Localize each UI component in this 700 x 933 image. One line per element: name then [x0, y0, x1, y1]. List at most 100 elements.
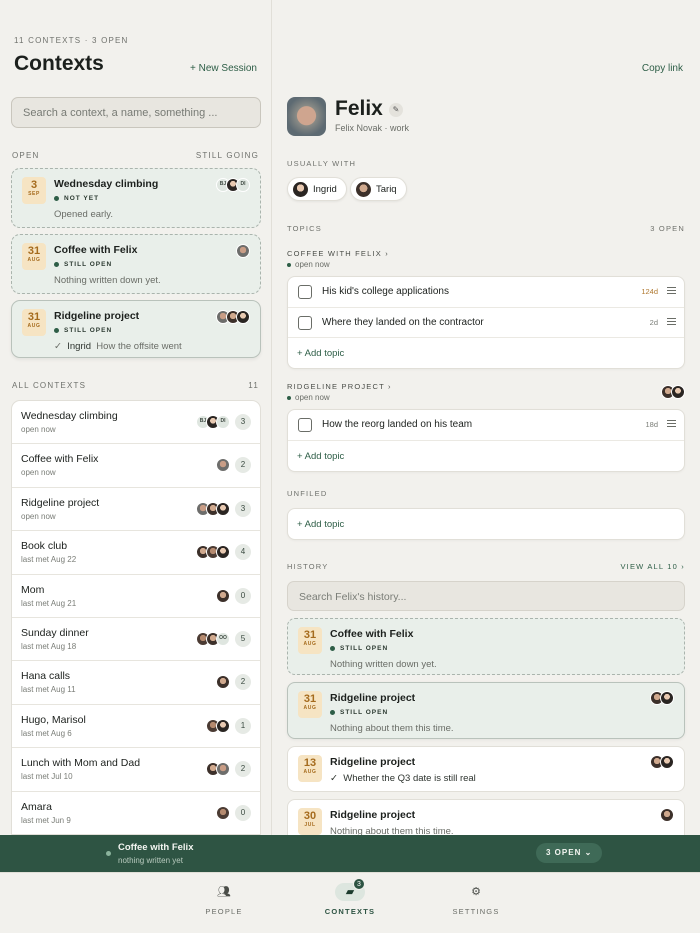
avatar-stack	[216, 310, 250, 324]
avatar: DI	[236, 178, 250, 192]
live-dot	[106, 851, 111, 856]
add-topic-button[interactable]: + Add topic	[288, 509, 684, 539]
copy-link-button[interactable]: Copy link	[642, 63, 683, 74]
history-card[interactable]: 31 AUG Coffee with Felix STILL OPEN Nothi…	[287, 618, 685, 675]
checkbox[interactable]	[298, 315, 312, 330]
avatar-stack	[650, 755, 674, 769]
context-title: Ridgeline project	[54, 310, 140, 322]
count-badge: 4	[235, 544, 251, 561]
list-item[interactable]: Sunday dinner last met Aug 18 OO 5	[12, 618, 260, 662]
person-name: Felix	[335, 97, 383, 120]
drag-handle-icon[interactable]	[667, 317, 676, 325]
active-session-bar[interactable]: Coffee with Felix nothing written yet 3 …	[0, 835, 700, 872]
list-item[interactable]: Hugo, Marisol last met Aug 61	[12, 705, 260, 749]
status-badge: STILL OPEN	[54, 327, 112, 334]
topic-card: How the reorg landed on his team 18d + Ad…	[287, 409, 685, 472]
check-icon: ✓	[330, 773, 338, 784]
history-card[interactable]: 31 AUG Ridgeline project STILL OPEN Nothi…	[287, 682, 685, 739]
topic-row[interactable]: How the reorg landed on his team 18d	[288, 410, 684, 441]
date-badge: 31 AUG	[22, 243, 46, 270]
status-badge: STILL OPEN	[330, 645, 388, 652]
view-all-link[interactable]: VIEW ALL 10 ›	[620, 562, 685, 571]
checkbox[interactable]	[298, 285, 312, 299]
count-badge: 2	[235, 457, 251, 474]
context-title: Coffee with Felix	[54, 244, 138, 256]
context-title: Wednesday climbing	[54, 178, 159, 190]
list-item[interactable]: Mom last met Aug 21 0	[12, 575, 260, 618]
list-item[interactable]: Book club last met Aug 22 4	[12, 531, 260, 575]
context-note: ✓ Ingrid How the offsite went	[54, 341, 182, 352]
list-item[interactable]: Lunch with Mom and Dad last met Jul 10 2	[12, 748, 260, 792]
all-contexts-count: 11	[248, 381, 259, 390]
open-count-dropdown[interactable]: 3 OPEN ⌄	[536, 843, 603, 863]
tab-contexts[interactable]: ▰ 3 CONTEXTS	[310, 878, 390, 916]
count-badge: 3	[235, 500, 251, 517]
check-icon: ✓	[54, 341, 62, 352]
avatar	[236, 310, 250, 324]
contexts-badge: 3	[353, 878, 365, 890]
drag-handle-icon[interactable]	[667, 420, 676, 427]
status-badge: STILL OPEN	[54, 261, 112, 268]
contexts-list: Wednesday climbing open now BJ DI 3 Coffee w…	[11, 400, 261, 835]
add-topic-button[interactable]: + Add topic	[288, 338, 684, 368]
add-topic-button[interactable]: + Add topic	[288, 441, 684, 471]
avatar	[287, 97, 326, 136]
all-contexts-label: ALL CONTEXTS	[12, 381, 87, 390]
date-badge: 31 AUG	[298, 627, 322, 654]
date-badge: 3 SEP	[22, 177, 46, 204]
open-context-card[interactable]: 3 SEP Wednesday climbing NOT YET Opened e…	[11, 168, 261, 228]
active-session-sub: nothing written yet	[118, 856, 183, 865]
context-note: Opened early.	[54, 209, 113, 220]
gear-icon: ⚙	[471, 886, 481, 898]
avatar-stack	[660, 808, 674, 822]
list-item[interactable]: Amara last met Jun 90	[12, 792, 260, 834]
history-search-input[interactable]: Search Felix's history...	[287, 581, 685, 611]
history-card[interactable]: 30 JUL Ridgeline project Nothing about th…	[287, 799, 685, 835]
open-context-card-selected[interactable]: 31 AUG Ridgeline project STILL OPEN ✓ Ing…	[11, 300, 261, 358]
drag-handle-icon[interactable]	[667, 287, 676, 294]
tab-settings[interactable]: ⚙ SETTINGS	[436, 883, 516, 916]
unfiled-label: UNFILED	[287, 489, 328, 498]
tab-people[interactable]: 👥︎ PEOPLE	[184, 883, 264, 916]
status-badge: STILL OPEN	[330, 709, 388, 716]
checkbox[interactable]	[298, 418, 312, 432]
avatar-stack	[650, 691, 674, 705]
contexts-sidebar: 11 CONTEXTS · 3 OPEN Contexts + New Sess…	[0, 0, 272, 835]
list-item[interactable]: Ridgeline project open now 3	[12, 488, 260, 532]
avatar-stack	[236, 244, 250, 258]
contexts-summary: 11 CONTEXTS · 3 OPEN	[14, 36, 129, 45]
count-badge: 0	[235, 804, 251, 821]
topic-group-link[interactable]: COFFEE WITH FELIX ›	[287, 249, 389, 258]
list-item[interactable]: Coffee with Felix open now 2	[12, 444, 260, 488]
topic-card: His kid's college applications 124d Where…	[287, 276, 685, 369]
people-icon: 👥︎	[217, 886, 231, 898]
context-note: Nothing written down yet.	[54, 275, 161, 286]
open-context-card[interactable]: 31 AUG Coffee with Felix STILL OPEN Nothi…	[11, 234, 261, 294]
new-session-button[interactable]: + New Session	[190, 63, 257, 74]
avatar-stack	[661, 385, 685, 399]
group-status: open now	[287, 393, 330, 402]
history-card[interactable]: 13 AUG Ridgeline project ✓ Whether the Q3…	[287, 746, 685, 792]
group-status: open now	[287, 260, 330, 269]
topic-row[interactable]: Where they landed on the contractor 2d	[288, 308, 684, 338]
pencil-icon[interactable]: ✎	[389, 103, 403, 117]
date-badge: 30 JUL	[298, 808, 322, 835]
date-badge: 13 AUG	[298, 755, 322, 782]
status-badge: NOT YET	[54, 195, 99, 202]
topics-header: TOPICS 3 OPEN	[287, 224, 685, 233]
person-chip[interactable]: Ingrid	[287, 177, 347, 201]
count-badge: 3	[235, 414, 251, 430]
topic-group-link[interactable]: RIDGELINE PROJECT ›	[287, 382, 392, 391]
open-label: OPEN	[12, 151, 40, 160]
active-session-title: Coffee with Felix	[118, 842, 194, 853]
search-input[interactable]: Search a context, a name, something ...	[11, 97, 261, 128]
count-badge: 1	[235, 717, 251, 734]
topic-row[interactable]: His kid's college applications 124d	[288, 277, 684, 308]
page-title: Contexts	[14, 52, 104, 75]
history-header: HISTORY VIEW ALL 10 ›	[287, 562, 685, 571]
count-badge: 5	[235, 630, 251, 647]
date-badge: 31 AUG	[298, 691, 322, 718]
list-item[interactable]: Hana calls last met Aug 11 2	[12, 661, 260, 705]
person-chip[interactable]: Tariq	[350, 177, 407, 201]
list-item[interactable]: Wednesday climbing open now BJ DI 3	[12, 401, 260, 445]
